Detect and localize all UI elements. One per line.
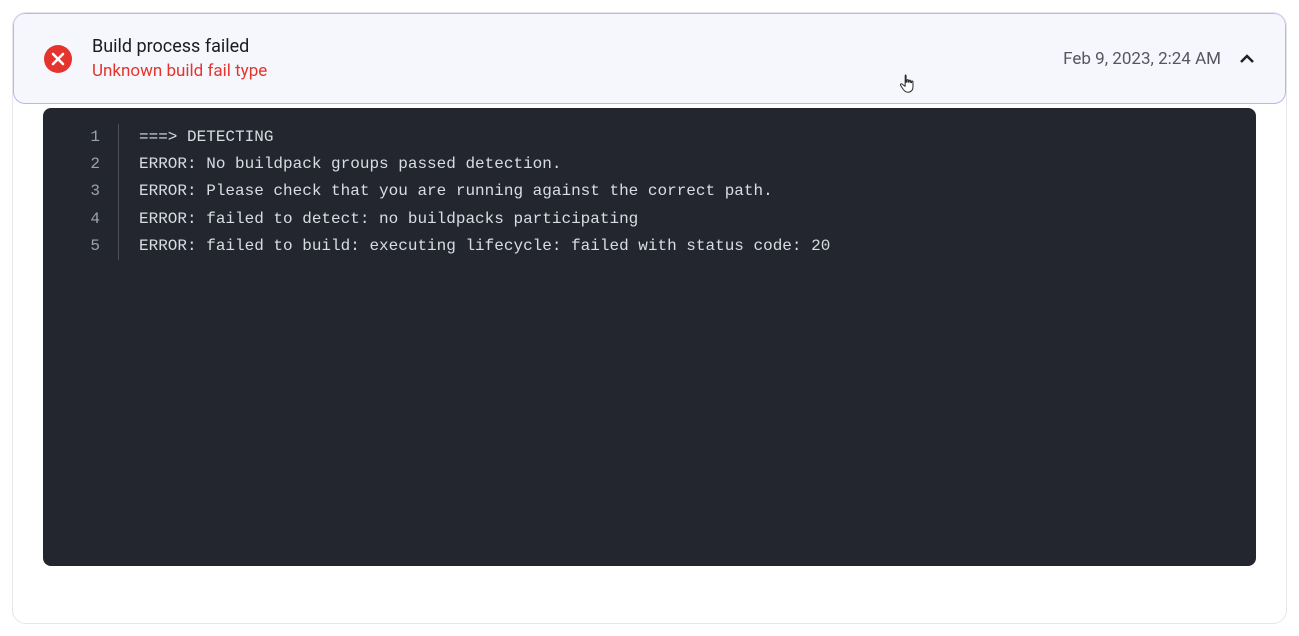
log-line: 3ERROR: Please check that you are runnin… <box>43 178 1256 205</box>
log-line: 4ERROR: failed to detect: no buildpacks … <box>43 206 1256 233</box>
chevron-up-icon[interactable] <box>1239 54 1255 64</box>
error-icon <box>44 45 72 73</box>
header-left-group: Build process failed Unknown build fail … <box>44 36 267 81</box>
log-line-text: ERROR: failed to build: executing lifecy… <box>118 233 1256 260</box>
header-text-group: Build process failed Unknown build fail … <box>92 36 267 81</box>
log-line-number: 5 <box>43 233 118 260</box>
build-status-title: Build process failed <box>92 36 267 57</box>
log-line-number: 3 <box>43 178 118 205</box>
build-log-container: Build process failed Unknown build fail … <box>12 12 1287 624</box>
log-line-number: 1 <box>43 124 118 151</box>
log-line-number: 2 <box>43 151 118 178</box>
log-output-panel: 1===> DETECTING2ERROR: No buildpack grou… <box>43 108 1256 566</box>
log-line-text: ERROR: failed to detect: no buildpacks p… <box>118 206 1256 233</box>
build-status-subtitle: Unknown build fail type <box>92 61 267 81</box>
log-line: 5ERROR: failed to build: executing lifec… <box>43 233 1256 260</box>
log-line-text: ERROR: No buildpack groups passed detect… <box>118 151 1256 178</box>
log-line-text: ===> DETECTING <box>118 124 1256 151</box>
log-line: 2ERROR: No buildpack groups passed detec… <box>43 151 1256 178</box>
log-line-text: ERROR: Please check that you are running… <box>118 178 1256 205</box>
build-timestamp: Feb 9, 2023, 2:24 AM <box>1063 49 1221 69</box>
log-line-number: 4 <box>43 206 118 233</box>
log-line: 1===> DETECTING <box>43 124 1256 151</box>
header-right-group: Feb 9, 2023, 2:24 AM <box>1063 49 1255 69</box>
build-status-header[interactable]: Build process failed Unknown build fail … <box>13 13 1286 104</box>
